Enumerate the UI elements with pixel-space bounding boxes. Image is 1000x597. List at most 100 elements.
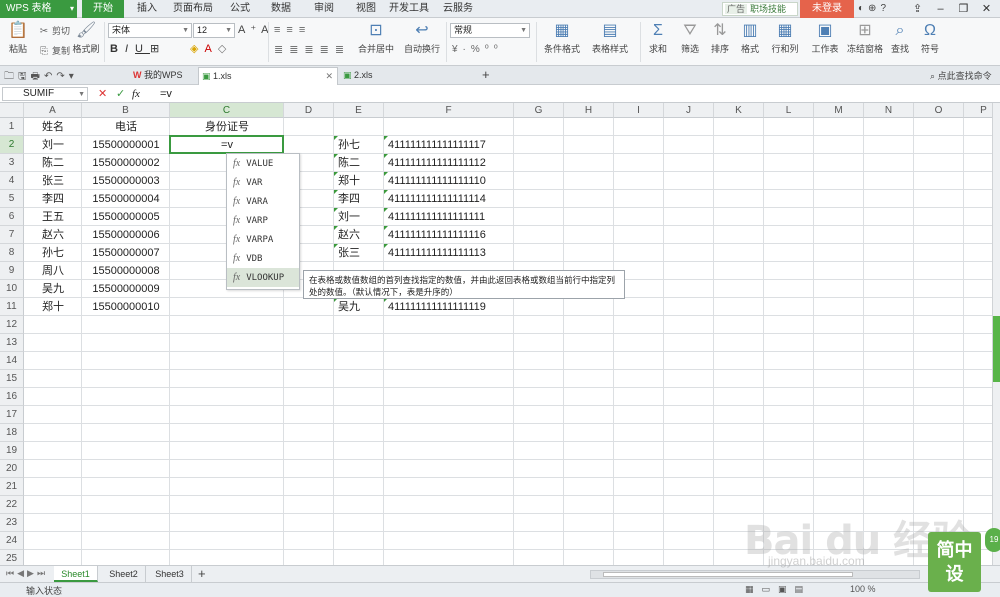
table-style-button[interactable]: ▤ 表格样式 <box>588 21 632 55</box>
row-header-4[interactable]: 4 <box>0 172 24 190</box>
formula-input[interactable]: =v <box>160 87 172 101</box>
row-header-18[interactable]: 18 <box>0 424 24 442</box>
row-header-6[interactable]: 6 <box>0 208 24 226</box>
row-header-13[interactable]: 13 <box>0 334 24 352</box>
symbol-button[interactable]: Ω 符号 <box>918 21 942 55</box>
tab-1xls[interactable]: ▣ 1.xls ✕ <box>198 67 338 85</box>
autocomplete-item[interactable]: fx VARA <box>227 192 299 211</box>
horizontal-scroll-thumb[interactable] <box>603 572 853 577</box>
row-header-22[interactable]: 22 <box>0 496 24 514</box>
cell-A7[interactable]: 赵六 <box>24 226 82 244</box>
name-box[interactable]: SUMIF ▼ <box>2 87 88 101</box>
column-header-D[interactable]: D <box>284 103 334 118</box>
freeze-panes-button[interactable]: ⊞ 冻结窗格 <box>847 21 883 55</box>
quick-access-toolbar[interactable]: 🗀🖫🖶↶↷▾ <box>4 69 78 86</box>
cell-F6[interactable]: 411111111111111111 <box>388 208 538 226</box>
row-header-1[interactable]: 1 <box>0 118 24 136</box>
close-icon[interactable]: ✕ <box>325 68 333 85</box>
column-header-G[interactable]: G <box>514 103 564 118</box>
help-icon[interactable]: ? <box>880 1 886 17</box>
autocomplete-item[interactable]: fx VARPA <box>227 230 299 249</box>
menu-tab-7[interactable]: 开发工具 <box>388 0 430 18</box>
row-header-15[interactable]: 15 <box>0 370 24 388</box>
cell-F11[interactable]: 411111111111111119 <box>388 298 538 316</box>
feedback-icon[interactable]: ⊕ <box>868 1 876 17</box>
column-header-C[interactable]: C <box>170 103 284 118</box>
cell-A8[interactable]: 孙七 <box>24 244 82 262</box>
login-button[interactable]: 未登录 <box>800 0 854 18</box>
view-mode-icons[interactable]: ▦▭▣▤ <box>745 584 811 595</box>
row-header-5[interactable]: 5 <box>0 190 24 208</box>
command-search[interactable]: ⌕ 点此查找命令 <box>930 69 992 82</box>
worksheet-button[interactable]: ▣ 工作表 <box>808 21 842 55</box>
column-header-E[interactable]: E <box>334 103 384 118</box>
cell-area[interactable]: 姓名 电话 身份证号 刘一 15500000001 =v 孙七 411111111111111… <box>24 118 1000 568</box>
cell-A9[interactable]: 周八 <box>24 262 82 280</box>
new-tab-button[interactable]: + <box>482 67 490 82</box>
cell-B7[interactable]: 15500000006 <box>82 226 170 244</box>
cell-B3[interactable]: 15500000002 <box>82 154 170 172</box>
cancel-formula-icon[interactable]: ✕ <box>98 87 107 101</box>
cell-B1[interactable]: 电话 <box>82 118 170 136</box>
tab-2xls[interactable]: ▣ 2.xls <box>340 67 478 85</box>
cell-A6[interactable]: 王五 <box>24 208 82 226</box>
cell-C1[interactable]: 身份证号 <box>170 118 284 136</box>
cell-A1[interactable]: 姓名 <box>24 118 82 136</box>
row-header-16[interactable]: 16 <box>0 388 24 406</box>
row-header-11[interactable]: 11 <box>0 298 24 316</box>
menu-tab-4[interactable]: 数据 <box>262 0 300 18</box>
column-header-H[interactable]: H <box>564 103 614 118</box>
cell-B5[interactable]: 15500000004 <box>82 190 170 208</box>
rows-cols-button[interactable]: ▦ 行和列 <box>768 21 802 55</box>
column-header-B[interactable]: B <box>82 103 170 118</box>
vertical-scroll-thumb[interactable] <box>993 316 1000 382</box>
cell-F3[interactable]: 411111111111111112 <box>388 154 538 172</box>
cell-A5[interactable]: 李四 <box>24 190 82 208</box>
row-header-3[interactable]: 3 <box>0 154 24 172</box>
copy-button[interactable]: ⎘ 复制 <box>38 45 70 58</box>
autocomplete-item[interactable]: fx VAR <box>227 173 299 192</box>
row-header-12[interactable]: 12 <box>0 316 24 334</box>
column-header-A[interactable]: A <box>24 103 82 118</box>
row-header-8[interactable]: 8 <box>0 244 24 262</box>
cell-A11[interactable]: 郑十 <box>24 298 82 316</box>
sheet-nav-arrows[interactable]: ⏮◀▶⏭ <box>6 568 48 579</box>
column-header-M[interactable]: M <box>814 103 864 118</box>
cell-F7[interactable]: 411111111111111116 <box>388 226 538 244</box>
row-header-7[interactable]: 7 <box>0 226 24 244</box>
menu-tab-5[interactable]: 审阅 <box>306 0 342 18</box>
insert-function-icon[interactable]: fx <box>132 87 140 101</box>
row-header-19[interactable]: 19 <box>0 442 24 460</box>
format-painter-button[interactable]: 🖌 格式刷 <box>72 21 100 55</box>
menu-tab-2[interactable]: 页面布局 <box>168 0 218 18</box>
zoom-level[interactable]: 100 % <box>850 584 876 594</box>
font-size-select[interactable]: 12 ▼ <box>193 23 235 38</box>
cell-B11[interactable]: 15500000010 <box>82 298 170 316</box>
minimize-button[interactable]: – <box>929 0 952 18</box>
font-style-buttons[interactable]: BIU⊞ <box>110 43 166 55</box>
row-header-24[interactable]: 24 <box>0 532 24 550</box>
column-header-I[interactable]: I <box>614 103 664 118</box>
column-header-L[interactable]: L <box>764 103 814 118</box>
horizontal-scrollbar[interactable] <box>590 570 920 579</box>
menu-tab-1[interactable]: 插入 <box>130 0 164 18</box>
column-header-N[interactable]: N <box>864 103 914 118</box>
cell-A10[interactable]: 吴九 <box>24 280 82 298</box>
find-button[interactable]: ⌕ 查找 <box>888 21 912 55</box>
cell-B2[interactable]: 15500000001 <box>82 136 170 154</box>
cell-B10[interactable]: 15500000009 <box>82 280 170 298</box>
sheet-tab-1[interactable]: Sheet1 <box>54 566 98 582</box>
confirm-formula-icon[interactable]: ✓ <box>116 87 125 101</box>
row-header-23[interactable]: 23 <box>0 514 24 532</box>
conditional-format-button[interactable]: ▦ 条件格式 <box>540 21 584 55</box>
cell-B6[interactable]: 15500000005 <box>82 208 170 226</box>
menu-tab-6[interactable]: 视图 <box>348 0 384 18</box>
paste-button[interactable]: 📋 粘贴 <box>6 21 30 55</box>
row-header-21[interactable]: 21 <box>0 478 24 496</box>
cell-A4[interactable]: 张三 <box>24 172 82 190</box>
cell-A2[interactable]: 刘一 <box>24 136 82 154</box>
column-header-O[interactable]: O <box>914 103 964 118</box>
cell-B8[interactable]: 15500000007 <box>82 244 170 262</box>
autocomplete-item[interactable]: fx VDB <box>227 249 299 268</box>
column-header-J[interactable]: J <box>664 103 714 118</box>
